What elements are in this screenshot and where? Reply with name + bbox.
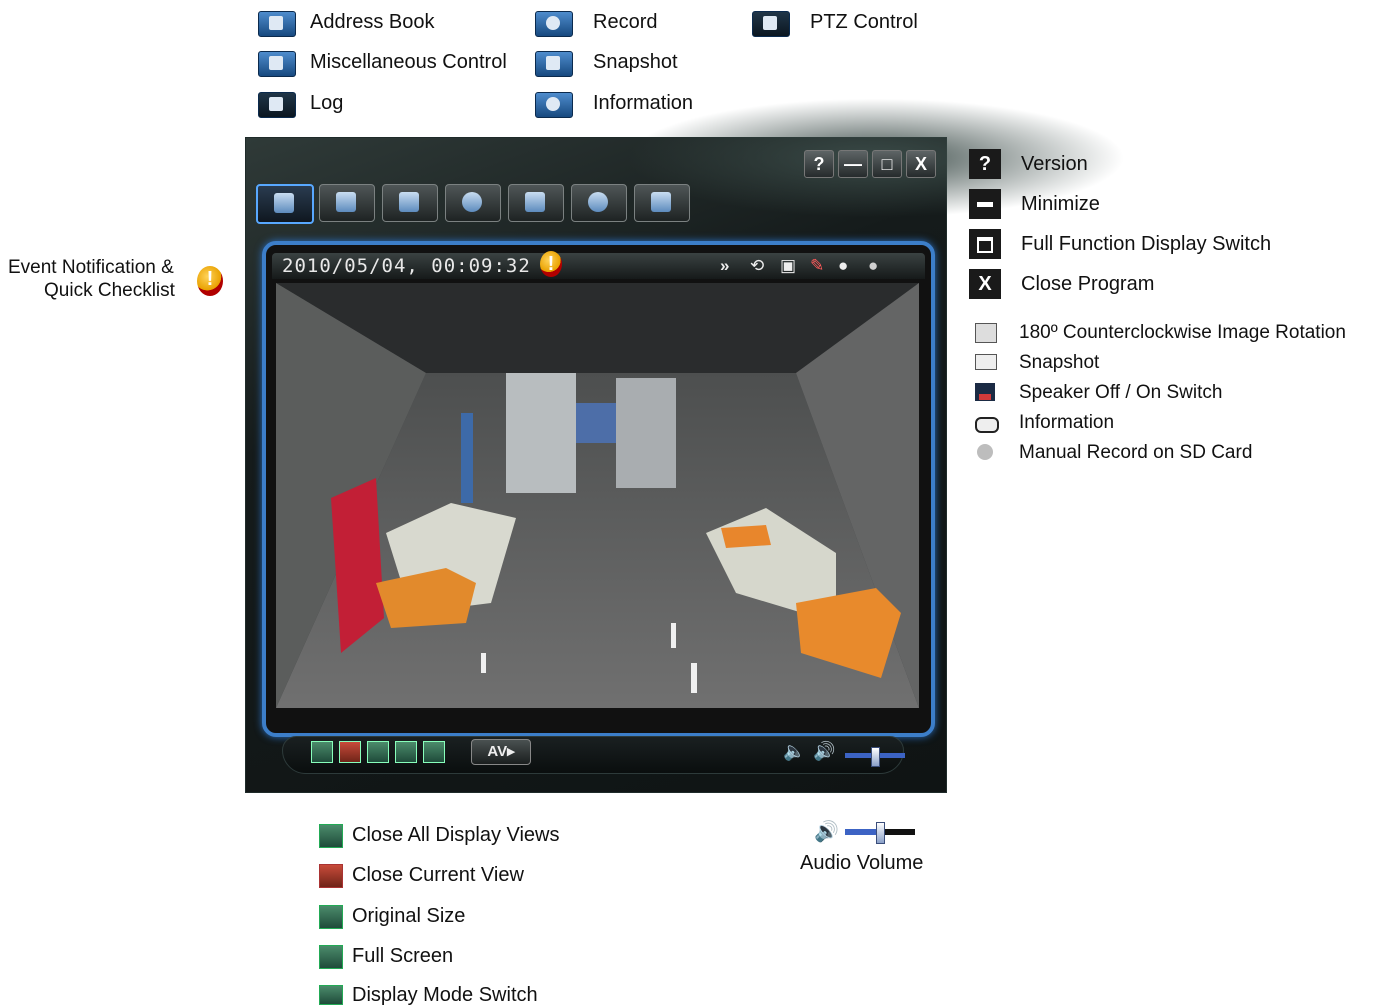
legend-minimize: Minimize [1021, 193, 1100, 215]
information-icon [535, 92, 573, 118]
legend-log: Log [310, 92, 344, 114]
legend-full-screen: Full Screen [352, 945, 454, 967]
information-bubble-icon [975, 417, 999, 433]
legend-version: Version [1021, 153, 1088, 175]
bottom-control-bar: AV▸ 🔈 🔊 [282, 736, 905, 774]
address-book-icon [274, 193, 294, 213]
record-icon [535, 11, 573, 37]
log-icon [399, 192, 419, 212]
legend-snapshot: Snapshot [593, 51, 678, 73]
rotate-icon [975, 323, 997, 343]
volume-slider-knob[interactable] [871, 747, 880, 767]
volume-icon[interactable]: 🔊 [813, 741, 835, 762]
audio-volume-label: Audio Volume [800, 852, 924, 874]
address-book-button[interactable] [256, 184, 314, 224]
video-status-bar: 2010/05/04, 00:09:32 » ⟲ ▣ ✎ ● ● [272, 251, 925, 279]
log-icon [258, 92, 296, 118]
snapshot-small-icon[interactable]: ▣ [780, 257, 796, 275]
av-button[interactable]: AV▸ [471, 739, 531, 765]
legend-rotation: 180º Counterclockwise Image Rotation [1019, 322, 1346, 343]
viewer-window: ? — □ X 2010/05/04, 00:09:32 » ⟲ ▣ ✎ ● ● [245, 98, 1126, 793]
information-icon [588, 192, 608, 212]
event-notification-label: Event Notification & [8, 257, 174, 278]
close-program-button[interactable]: X [906, 150, 936, 178]
full-screen-icon [319, 945, 343, 969]
legend-information-small: Information [1019, 412, 1115, 433]
misc-control-icon [258, 51, 296, 77]
information-button[interactable] [571, 184, 627, 222]
legend-close-program: Close Program [1021, 273, 1155, 295]
audio-volume-fill [845, 829, 880, 835]
snapshot-icon [535, 51, 573, 77]
close-current-view-icon [319, 864, 343, 888]
misc-control-button[interactable] [319, 184, 375, 222]
camera-feed [276, 283, 919, 708]
close-all-views-button[interactable] [311, 741, 333, 763]
full-display-glyph: □ [881, 154, 893, 174]
timestamp: 2010/05/04, 00:09:32 [282, 255, 531, 277]
event-notification-icon[interactable] [540, 251, 562, 277]
version-button[interactable]: ? [804, 150, 834, 178]
record-button[interactable] [445, 184, 501, 222]
legend-close-current-view: Close Current View [352, 864, 524, 886]
legend-original-size: Original Size [352, 905, 466, 927]
legend-close-all-views: Close All Display Views [352, 824, 560, 846]
audio-volume-icon: 🔊 [814, 821, 839, 843]
event-notification-icon [197, 266, 223, 296]
log-button[interactable] [382, 184, 438, 222]
misc-control-icon [336, 192, 356, 212]
mute-icon[interactable]: 🔈 [783, 741, 805, 762]
legend-misc-control: Miscellaneous Control [310, 51, 507, 73]
version-icon: ? [969, 149, 1001, 179]
legend-display-mode-switch: Display Mode Switch [352, 984, 538, 1006]
snapshot-button[interactable] [508, 184, 564, 222]
full-function-display-button[interactable]: □ [872, 150, 902, 178]
legend-full-function-display: Full Function Display Switch [1021, 233, 1272, 255]
full-function-display-icon [969, 229, 1001, 259]
speaker-slash [979, 394, 991, 400]
rotate-icon[interactable]: ⟲ [750, 257, 764, 275]
information-bubble-icon[interactable]: ● [838, 257, 848, 275]
fast-forward-icon[interactable]: » [720, 257, 729, 275]
snapshot-small-icon [975, 354, 997, 370]
legend-speaker: Speaker Off / On Switch [1019, 382, 1223, 403]
close-all-views-icon [319, 824, 343, 848]
minimize-glyph: — [844, 154, 862, 174]
close-program-icon: X [969, 269, 1001, 299]
snapshot-icon [525, 192, 545, 212]
original-size-button[interactable] [367, 741, 389, 763]
full-screen-button[interactable] [395, 741, 417, 763]
minimize-icon [969, 189, 1001, 219]
record-icon [462, 192, 482, 212]
close-current-view-button[interactable] [339, 741, 361, 763]
audio-volume-knob [876, 822, 885, 844]
video-view: 2010/05/04, 00:09:32 » ⟲ ▣ ✎ ● ● [262, 241, 935, 737]
manual-record-icon[interactable]: ● [868, 257, 878, 275]
original-size-icon [319, 905, 343, 929]
legend-address-book: Address Book [310, 11, 435, 33]
ptz-control-icon [651, 192, 671, 212]
ptz-control-icon [752, 11, 790, 37]
manual-record-icon [977, 444, 993, 460]
legend-snapshot-small: Snapshot [1019, 352, 1100, 373]
minimize-button[interactable]: — [838, 150, 868, 178]
quick-checklist-label: Quick Checklist [44, 280, 175, 301]
address-book-icon [258, 11, 296, 37]
camera-scene-image [276, 283, 919, 708]
display-mode-switch-icon [319, 985, 343, 1005]
display-mode-switch-button[interactable] [423, 741, 445, 763]
legend-information: Information [593, 92, 694, 114]
legend-manual-record: Manual Record on SD Card [1019, 442, 1253, 463]
speaker-icon[interactable]: ✎ [810, 257, 824, 275]
ptz-control-button[interactable] [634, 184, 690, 222]
legend-ptz-control: PTZ Control [810, 11, 918, 33]
legend-record: Record [593, 11, 658, 33]
